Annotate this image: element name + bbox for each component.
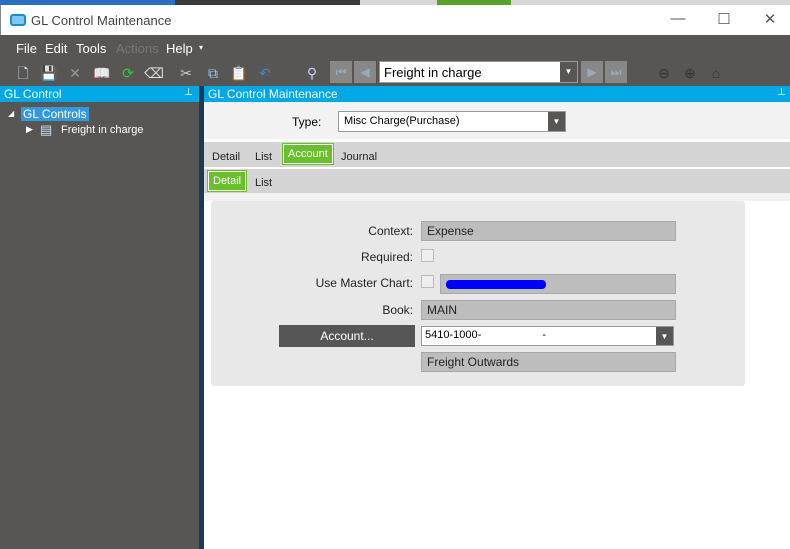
save-icon[interactable]: 💾	[39, 64, 59, 82]
title-bar: GL Control Maintenance — ☐ ✕	[0, 5, 790, 35]
menu-edit[interactable]: Edit	[45, 41, 67, 56]
refresh-icon[interactable]: ⟳	[118, 64, 138, 82]
tab-detail[interactable]: Detail	[212, 151, 240, 163]
left-panel-title: GL Control	[4, 87, 62, 101]
eraser-icon[interactable]: ⌫	[144, 64, 164, 82]
copy-icon[interactable]: ⧉	[203, 64, 223, 82]
record-selector[interactable]: Freight in charge ▼	[379, 61, 578, 83]
tab-list[interactable]: List	[255, 151, 272, 163]
collapse-icon[interactable]: ◢	[8, 109, 14, 118]
required-checkbox[interactable]	[421, 249, 434, 262]
first-record-button[interactable]: ⏮	[330, 61, 352, 83]
menu-tools[interactable]: Tools	[76, 41, 106, 56]
pin-icon[interactable]: ⊥	[777, 87, 786, 98]
close-button[interactable]: ✕	[755, 10, 785, 28]
type-select[interactable]: Misc Charge(Purchase) ▼	[338, 111, 566, 132]
tab-bar: Detail List Account Journal	[204, 142, 790, 167]
tree-root[interactable]: GL Controls	[21, 107, 89, 121]
expand-icon[interactable]: ▶	[26, 124, 33, 135]
account-combo[interactable]: 5410-1000- - ▼	[421, 326, 674, 346]
paste-icon[interactable]: 📋	[229, 64, 249, 82]
required-label: Required:	[360, 250, 413, 264]
subtab-bar: Detail List	[204, 169, 790, 193]
use-master-chart-label: Use Master Chart:	[315, 276, 413, 290]
app-icon	[10, 14, 26, 26]
account-form: Context: Expense Required: Use Master Ch…	[211, 201, 745, 386]
type-value: Misc Charge(Purchase)	[344, 115, 460, 127]
minimize-button[interactable]: —	[663, 10, 693, 27]
new-icon[interactable]: 🗋	[13, 64, 33, 82]
use-master-chart-checkbox[interactable]	[421, 275, 434, 288]
left-panel-header: GL Control ⊥	[0, 86, 199, 102]
chevron-down-icon[interactable]: ▼	[656, 327, 673, 345]
main-panel-title: GL Control Maintenance	[208, 87, 338, 101]
menu-help[interactable]: Help	[166, 41, 193, 56]
menu-bar: File Edit Tools Actions Help ▾	[0, 35, 790, 60]
maximize-button[interactable]: ☐	[709, 10, 739, 28]
context-field: Expense	[421, 221, 676, 241]
previous-record-button[interactable]: ◀	[354, 61, 376, 83]
book-label: Book:	[382, 303, 413, 317]
menu-actions: Actions	[116, 41, 159, 56]
left-panel: ◢ GL Controls ▶ ▤ Freight in charge	[0, 102, 199, 549]
subtab-list[interactable]: List	[255, 177, 272, 189]
account-description: Freight Outwards	[421, 352, 676, 372]
tab-journal[interactable]: Journal	[341, 151, 377, 163]
tab-account[interactable]: Account	[282, 143, 334, 165]
redaction-mark	[446, 280, 546, 289]
master-chart-field	[440, 274, 676, 294]
menu-file[interactable]: File	[16, 41, 37, 56]
window-title: GL Control Maintenance	[31, 13, 172, 28]
book-field: MAIN	[421, 300, 676, 320]
chevron-down-icon[interactable]: ▼	[548, 112, 565, 131]
menu-overflow-icon[interactable]: ▾	[199, 43, 203, 52]
account-value: 5410-1000- -	[425, 329, 547, 341]
document-icon: ▤	[40, 122, 53, 137]
chevron-down-icon[interactable]: ▼	[560, 62, 577, 82]
find-icon[interactable]: ⚲	[302, 64, 322, 82]
home-icon[interactable]: ⌂	[706, 64, 726, 82]
book-icon[interactable]: 📖	[92, 64, 112, 82]
record-selector-value: Freight in charge	[384, 65, 482, 80]
undo-icon[interactable]: ↶	[255, 64, 275, 82]
toolbar: 🗋 💾 ✕ 📖 ⟳ ⌫ ✂ ⧉ 📋 ↶ ⚲ ⏮ ◀ Freight in cha…	[0, 60, 790, 86]
cut-icon[interactable]: ✂	[176, 64, 196, 82]
pin-icon[interactable]: ⊥	[184, 87, 193, 98]
main-panel: Type: Misc Charge(Purchase) ▼ Detail List…	[204, 102, 790, 549]
next-record-button[interactable]: ▶	[581, 61, 603, 83]
context-label: Context:	[368, 224, 413, 238]
type-label: Type:	[292, 115, 322, 129]
delete-icon[interactable]: ✕	[65, 64, 85, 82]
forward-icon[interactable]: ⊕	[680, 64, 700, 82]
tree-item[interactable]: Freight in charge	[61, 124, 144, 136]
main-panel-header: GL Control Maintenance ⊥	[204, 86, 790, 102]
subtab-detail[interactable]: Detail	[206, 170, 248, 192]
last-record-button[interactable]: ⏭	[605, 61, 627, 83]
back-icon[interactable]: ⊖	[654, 64, 674, 82]
account-button[interactable]: Account...	[279, 325, 415, 347]
